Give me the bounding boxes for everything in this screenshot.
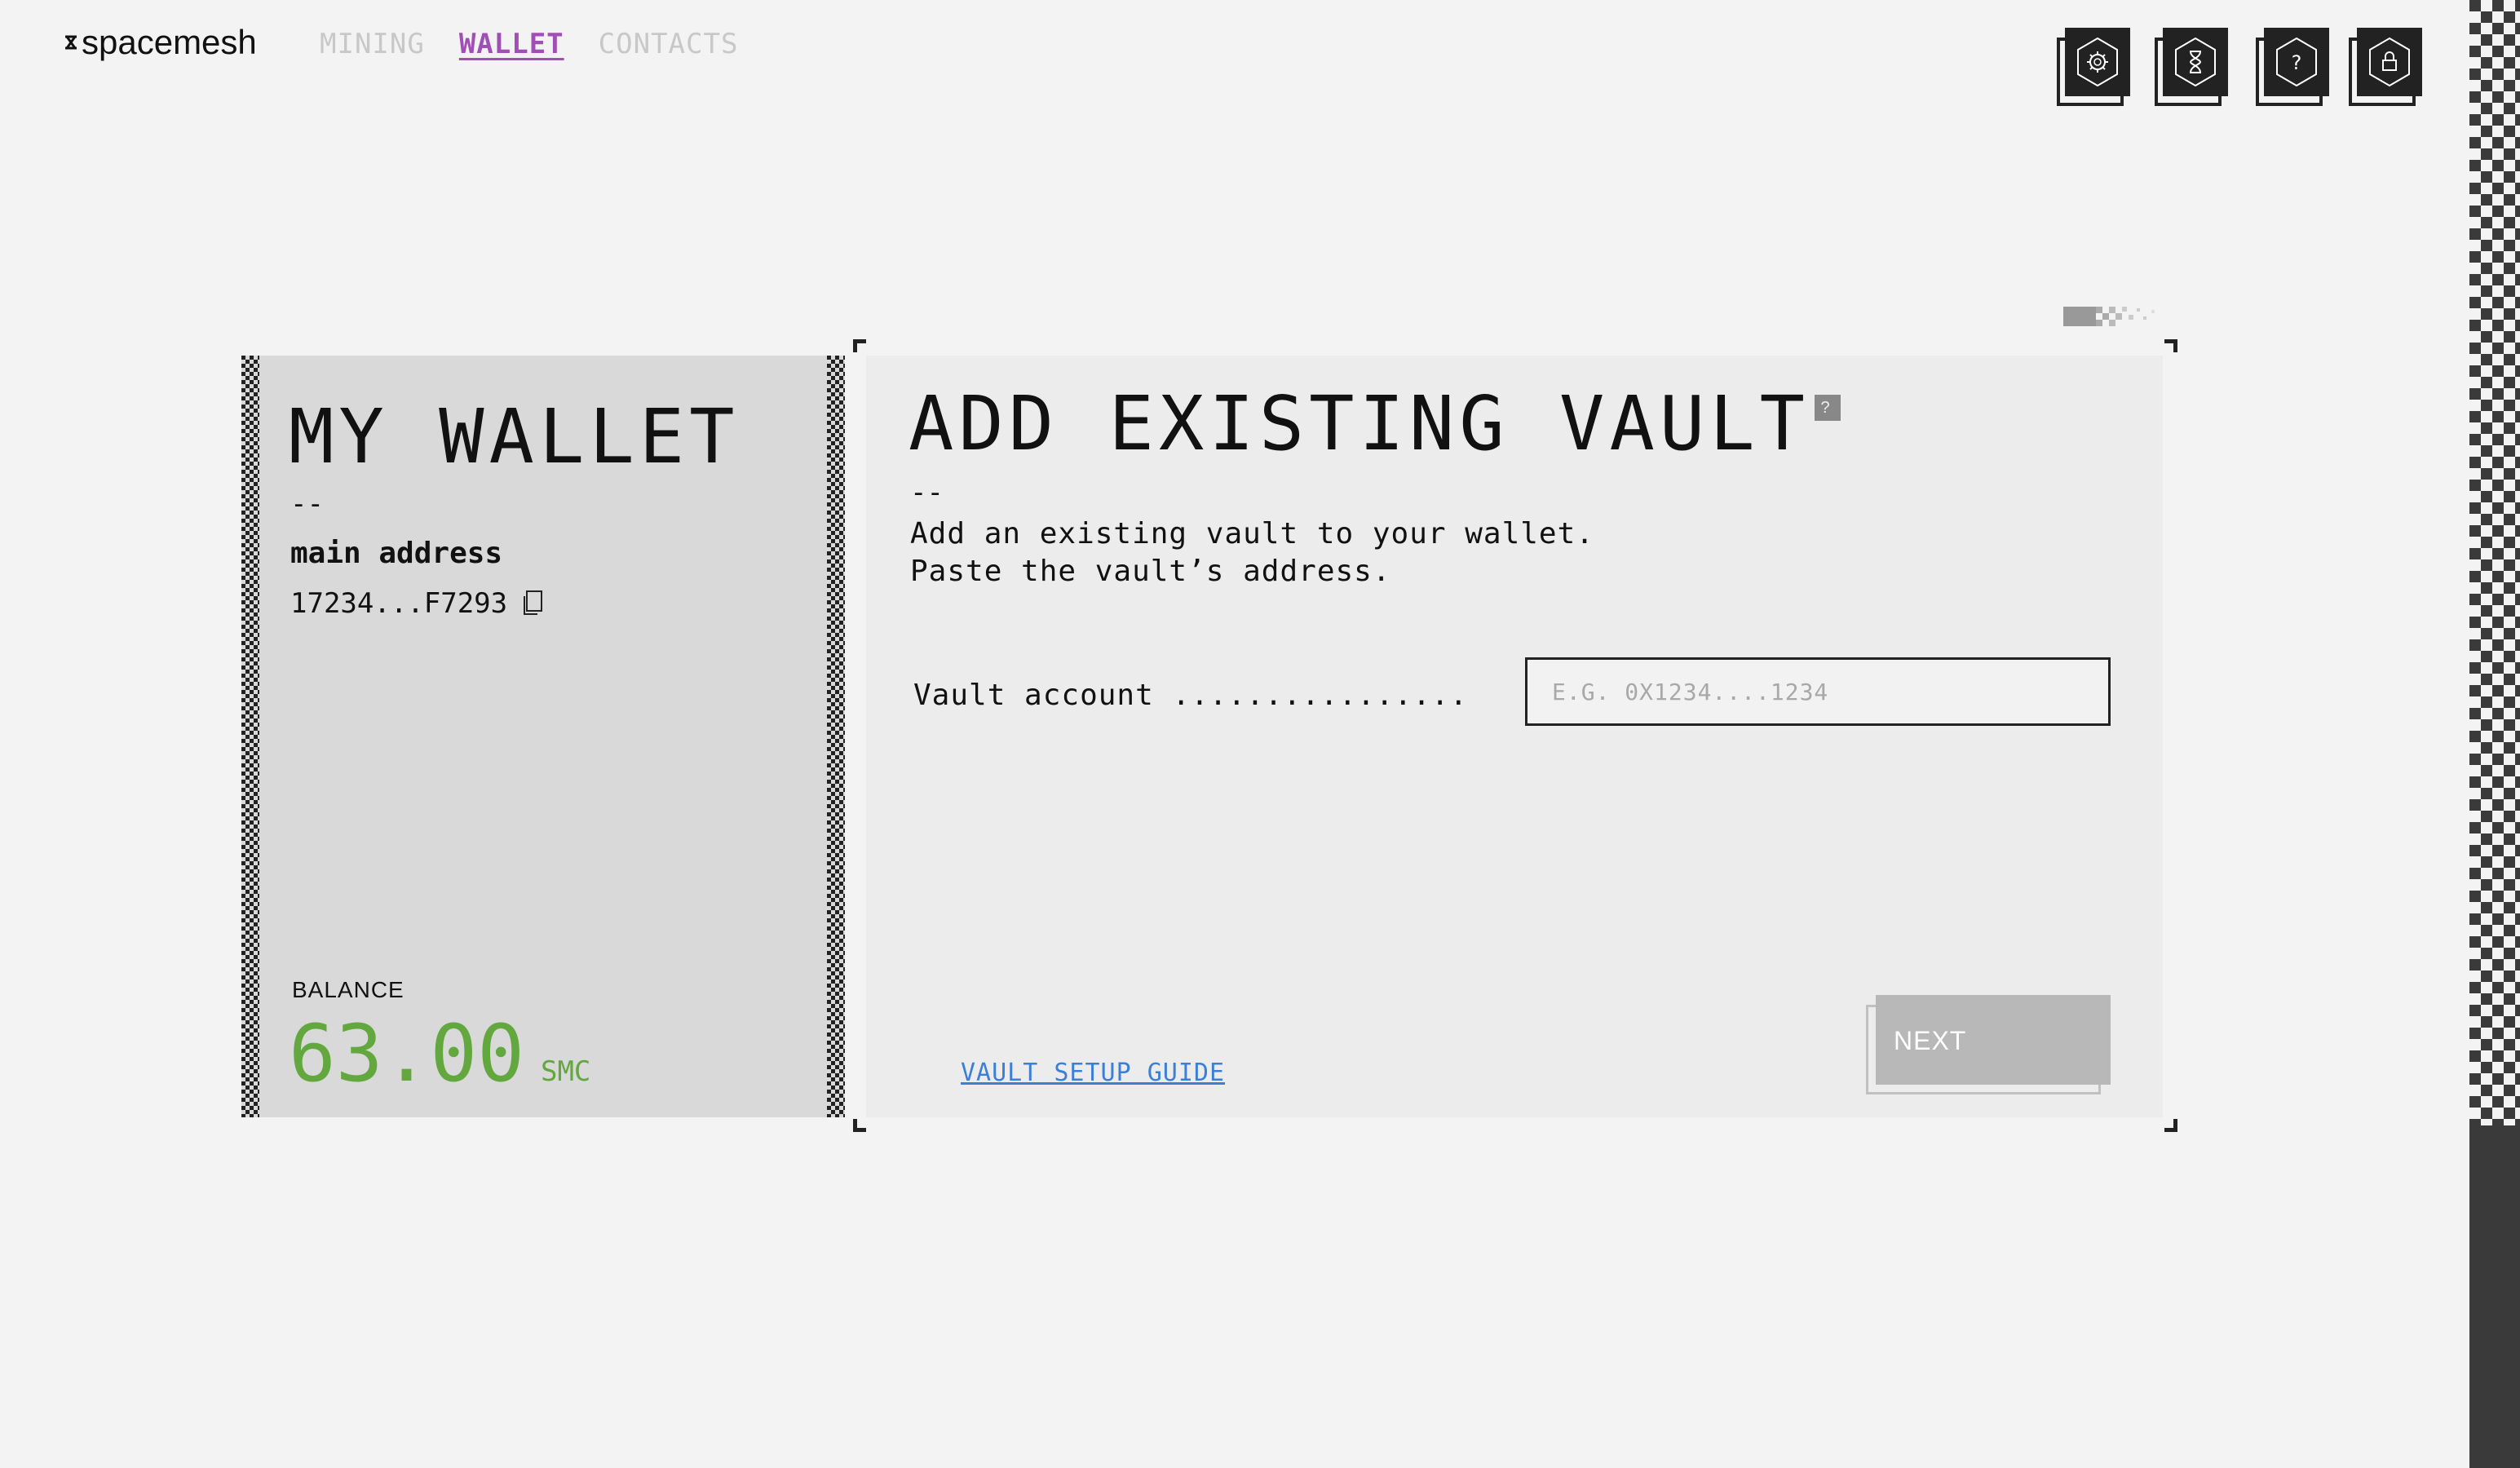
title-help-badge[interactable]: ? bbox=[1815, 395, 1841, 421]
wallet-card-right-border bbox=[827, 356, 845, 1117]
address-label: main address bbox=[290, 537, 503, 570]
settings-button[interactable] bbox=[2057, 28, 2130, 106]
main-nav: MINING WALLET CONTACTS bbox=[320, 28, 738, 60]
nav-item-mining[interactable]: MINING bbox=[320, 28, 425, 60]
logo-text: spacemesh bbox=[82, 23, 257, 61]
decorative-pixel-bar bbox=[2063, 307, 2155, 326]
vault-title-text: ADD EXISTING VAULT bbox=[909, 380, 1810, 467]
next-button-label: NEXT bbox=[1876, 995, 2111, 1085]
lock-icon bbox=[2369, 37, 2410, 87]
wallet-dash: -- bbox=[290, 488, 324, 520]
logo-mark-icon bbox=[65, 35, 77, 50]
vault-description: Add an existing vault to your wallet. Pa… bbox=[910, 515, 1594, 590]
wallet-card: MY WALLET -- main address 17234...F7293 … bbox=[241, 356, 845, 1117]
vault-description-line-1: Add an existing vault to your wallet. bbox=[910, 517, 1594, 550]
panel-corner-bottom-left bbox=[853, 1119, 866, 1132]
nav-item-contacts[interactable]: CONTACTS bbox=[599, 28, 739, 60]
app-root: spacemesh MINING WALLET CONTACTS ? MY WA… bbox=[0, 0, 2520, 1468]
balance-unit: SMC bbox=[540, 1055, 591, 1088]
address-value: 17234...F7293 bbox=[290, 587, 508, 620]
next-button[interactable]: NEXT bbox=[1866, 995, 2111, 1099]
vault-setup-guide-link[interactable]: VAULT SETUP GUIDE bbox=[961, 1059, 1225, 1087]
vault-title: ADD EXISTING VAULT ? bbox=[909, 380, 1841, 467]
hourglass-button[interactable] bbox=[2155, 28, 2228, 106]
balance-value: 63.00 bbox=[289, 1008, 524, 1099]
help-icon: ? bbox=[2276, 37, 2317, 87]
address-row: 17234...F7293 bbox=[290, 587, 543, 620]
wallet-title: MY WALLET bbox=[289, 393, 740, 480]
wallet-card-left-border bbox=[241, 356, 259, 1117]
app-logo[interactable]: spacemesh bbox=[64, 23, 257, 62]
balance-label: BALANCE bbox=[292, 977, 405, 1002]
hourglass-icon bbox=[2175, 37, 2216, 87]
vault-account-input[interactable] bbox=[1525, 657, 2111, 726]
vault-account-label: Vault account ................ bbox=[913, 679, 1469, 712]
svg-text:?: ? bbox=[2292, 51, 2302, 74]
panel-corner-top-right bbox=[2164, 339, 2177, 352]
settings-icon bbox=[2077, 37, 2118, 87]
lock-button[interactable] bbox=[2349, 28, 2422, 106]
copy-icon[interactable] bbox=[520, 590, 543, 617]
vault-description-line-2: Paste the vault’s address. bbox=[910, 555, 1391, 588]
add-vault-panel: ADD EXISTING VAULT ? -- Add an existing … bbox=[866, 356, 2163, 1117]
vault-dash: -- bbox=[910, 476, 944, 509]
help-button[interactable]: ? bbox=[2256, 28, 2329, 106]
panel-corner-bottom-right bbox=[2164, 1119, 2177, 1132]
panel-corner-top-left bbox=[853, 339, 866, 352]
decorative-checker-strip bbox=[2469, 0, 2520, 1468]
balance-row: 63.00 SMC bbox=[289, 1008, 590, 1099]
nav-item-wallet[interactable]: WALLET bbox=[459, 28, 564, 60]
